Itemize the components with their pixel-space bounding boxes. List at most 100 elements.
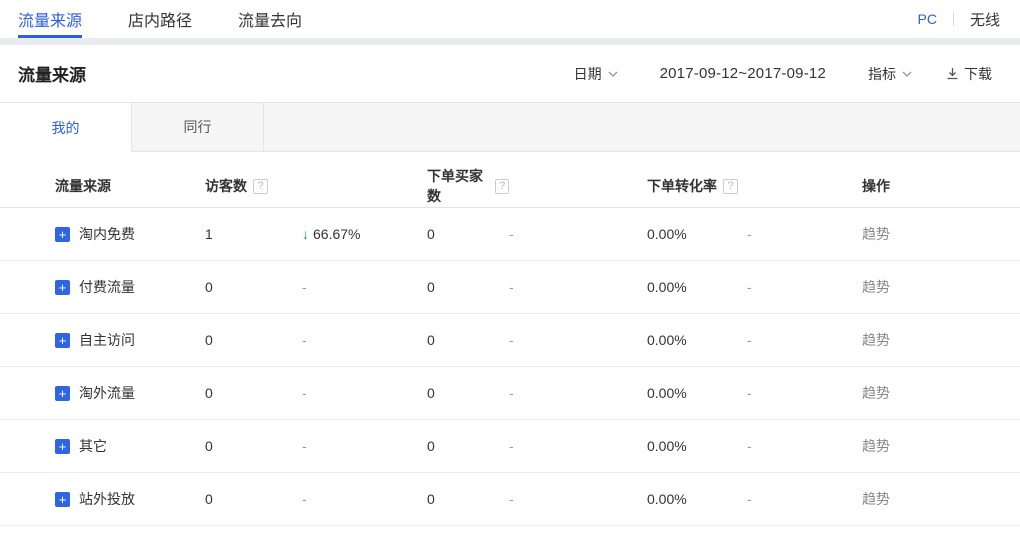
- source-name: 自主访问: [79, 330, 135, 350]
- buyers-change: -: [509, 226, 647, 242]
- col-conversion: 下单转化率 ?: [647, 176, 747, 196]
- trend-link[interactable]: 趋势: [862, 436, 1020, 456]
- source-cell: + 其它: [55, 436, 205, 456]
- visitors-change-value: -: [302, 385, 307, 401]
- help-icon[interactable]: ?: [723, 179, 738, 194]
- expand-plus-icon[interactable]: +: [55, 386, 70, 401]
- table-row: + 其它 0 - 0 - 0.00% - 趋势: [0, 420, 1020, 473]
- col-visitors: 访客数 ?: [205, 176, 302, 196]
- trend-link[interactable]: 趋势: [862, 277, 1020, 297]
- col-buyers-label: 下单买家数: [427, 166, 489, 206]
- platform-pc-link[interactable]: PC: [918, 11, 937, 27]
- trend-link[interactable]: 趋势: [862, 489, 1020, 509]
- buyers-value: 0: [427, 332, 509, 348]
- nav-traffic-source[interactable]: 流量来源: [18, 0, 82, 38]
- download-label: 下载: [964, 64, 992, 84]
- visitors-change: -: [302, 332, 427, 348]
- conversion-value: 0.00%: [647, 438, 747, 454]
- source-name: 淘内免费: [79, 224, 135, 244]
- section-divider: [0, 38, 1020, 45]
- visitors-value: 0: [205, 438, 302, 454]
- metrics-dropdown-label: 指标: [868, 64, 896, 84]
- table-row: + 淘外流量 0 - 0 - 0.00% - 趋势: [0, 367, 1020, 420]
- buyers-value: 0: [427, 438, 509, 454]
- visitors-change-value: -: [302, 438, 307, 454]
- source-cell: + 站外投放: [55, 489, 205, 509]
- toolbar: 日期 2017-09-12~2017-09-12 指标 下载: [574, 64, 992, 84]
- table-row: + 自主访问 0 - 0 - 0.00% - 趋势: [0, 314, 1020, 367]
- visitors-value: 0: [205, 279, 302, 295]
- trend-link[interactable]: 趋势: [862, 224, 1020, 244]
- col-source: 流量来源: [55, 176, 205, 196]
- trend-link[interactable]: 趋势: [862, 383, 1020, 403]
- top-nav: 流量来源 店内路径 流量去向 PC 无线: [0, 0, 1020, 38]
- traffic-source-table: 流量来源 访客数 ? 下单买家数 ? 下单转化率 ? 操作 + 淘内免费 1 ↓…: [0, 165, 1020, 526]
- help-icon[interactable]: ?: [495, 179, 509, 194]
- platform-wireless-link[interactable]: 无线: [970, 9, 1000, 30]
- source-cell: + 淘内免费: [55, 224, 205, 244]
- col-visitors-label: 访客数: [205, 176, 247, 196]
- table-row: + 付费流量 0 - 0 - 0.00% - 趋势: [0, 261, 1020, 314]
- conversion-change: -: [747, 332, 862, 348]
- help-icon[interactable]: ?: [253, 179, 268, 194]
- tab-mine[interactable]: 我的: [0, 103, 132, 152]
- conversion-change: -: [747, 279, 862, 295]
- visitors-change-value: -: [302, 332, 307, 348]
- expand-plus-icon[interactable]: +: [55, 439, 70, 454]
- date-range-value[interactable]: 2017-09-12~2017-09-12: [660, 65, 826, 82]
- visitors-change: -: [302, 385, 427, 401]
- metrics-dropdown[interactable]: 指标: [868, 64, 912, 84]
- source-name: 其它: [79, 436, 107, 456]
- buyers-value: 0: [427, 226, 509, 242]
- table-row: + 淘内免费 1 ↓ 66.67% 0 - 0.00% - 趋势: [0, 208, 1020, 261]
- visitors-change-value: -: [302, 491, 307, 507]
- col-action: 操作: [862, 176, 1020, 196]
- chevron-down-icon: [608, 71, 618, 77]
- nav-traffic-destination[interactable]: 流量去向: [238, 0, 302, 38]
- nav-instore-path[interactable]: 店内路径: [128, 0, 192, 38]
- buyers-value: 0: [427, 385, 509, 401]
- visitors-change: -: [302, 491, 427, 507]
- table-body: + 淘内免费 1 ↓ 66.67% 0 - 0.00% - 趋势 + 付费流量 …: [0, 208, 1020, 526]
- date-dropdown[interactable]: 日期: [574, 64, 618, 84]
- download-button[interactable]: 下载: [946, 64, 992, 84]
- expand-plus-icon[interactable]: +: [55, 280, 70, 295]
- download-icon: [946, 67, 959, 80]
- table-header: 流量来源 访客数 ? 下单买家数 ? 下单转化率 ? 操作: [0, 165, 1020, 208]
- conversion-change: -: [747, 385, 862, 401]
- tab-peers[interactable]: 同行: [132, 103, 264, 151]
- buyers-change: -: [509, 279, 647, 295]
- visitors-value: 1: [205, 226, 302, 242]
- expand-plus-icon[interactable]: +: [55, 333, 70, 348]
- visitors-change-value: 66.67%: [313, 226, 360, 242]
- conversion-change: -: [747, 226, 862, 242]
- buyers-value: 0: [427, 491, 509, 507]
- col-buyers: 下单买家数 ?: [427, 166, 509, 206]
- trend-link[interactable]: 趋势: [862, 330, 1020, 350]
- top-nav-links: 流量来源 店内路径 流量去向: [18, 0, 302, 38]
- source-name: 站外投放: [79, 489, 135, 509]
- divider: [953, 12, 954, 26]
- date-dropdown-label: 日期: [574, 64, 602, 84]
- conversion-value: 0.00%: [647, 226, 747, 242]
- conversion-value: 0.00%: [647, 279, 747, 295]
- trend-down-icon: ↓: [302, 226, 309, 242]
- conversion-change: -: [747, 491, 862, 507]
- expand-plus-icon[interactable]: +: [55, 227, 70, 242]
- platform-switch: PC 无线: [918, 0, 1000, 38]
- view-tabs: 我的 同行: [0, 102, 1020, 152]
- expand-plus-icon[interactable]: +: [55, 492, 70, 507]
- visitors-change: -: [302, 438, 427, 454]
- buyers-change: -: [509, 438, 647, 454]
- buyers-value: 0: [427, 279, 509, 295]
- conversion-value: 0.00%: [647, 385, 747, 401]
- conversion-change: -: [747, 438, 862, 454]
- source-cell: + 自主访问: [55, 330, 205, 350]
- table-row: + 站外投放 0 - 0 - 0.00% - 趋势: [0, 473, 1020, 526]
- page-header: 流量来源 日期 2017-09-12~2017-09-12 指标 下载: [0, 45, 1020, 102]
- source-cell: + 付费流量: [55, 277, 205, 297]
- buyers-change: -: [509, 491, 647, 507]
- source-name: 淘外流量: [79, 383, 135, 403]
- visitors-change-value: -: [302, 279, 307, 295]
- source-name: 付费流量: [79, 277, 135, 297]
